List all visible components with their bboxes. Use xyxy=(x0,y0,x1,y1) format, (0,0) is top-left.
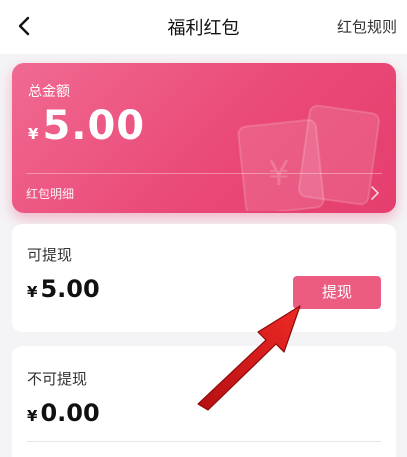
withdrawable-amount-value: 5.00 xyxy=(40,275,100,303)
total-currency-symbol: ¥ xyxy=(28,125,39,143)
non-withdrawable-amount: ¥ 0.00 xyxy=(27,399,100,427)
total-amount-card: ¥ 总金额 ¥ 5.00 红包明细 xyxy=(12,63,396,213)
non-withdrawable-card: 不可提现 ¥ 0.00 xyxy=(12,346,396,457)
total-amount-value: 5.00 xyxy=(42,103,146,149)
withdrawable-amount: ¥ 5.00 xyxy=(27,275,100,303)
top-nav-bar: 福利红包 红包规则 xyxy=(0,0,407,54)
total-amount-label: 总金额 xyxy=(28,84,70,100)
withdraw-button[interactable]: 提现 xyxy=(293,276,381,309)
red-packet-detail-link[interactable]: 红包明细 xyxy=(26,185,74,202)
chevron-right-icon[interactable] xyxy=(370,186,380,200)
red-envelope-watermark-icon: ¥ xyxy=(237,104,381,211)
non-withdrawable-label: 不可提现 xyxy=(27,370,88,388)
card-divider xyxy=(27,441,381,442)
withdrawable-currency-symbol: ¥ xyxy=(27,283,38,301)
card-divider xyxy=(26,173,382,174)
non-withdrawable-amount-value: 0.00 xyxy=(40,399,100,427)
red-packet-rules-link[interactable]: 红包规则 xyxy=(337,16,397,37)
non-withdrawable-currency-symbol: ¥ xyxy=(27,407,38,425)
svg-text:¥: ¥ xyxy=(268,154,290,194)
withdrawable-label: 可提现 xyxy=(27,246,73,264)
withdrawable-card: 可提现 ¥ 5.00 提现 xyxy=(12,224,396,332)
total-amount: ¥ 5.00 xyxy=(28,103,145,149)
